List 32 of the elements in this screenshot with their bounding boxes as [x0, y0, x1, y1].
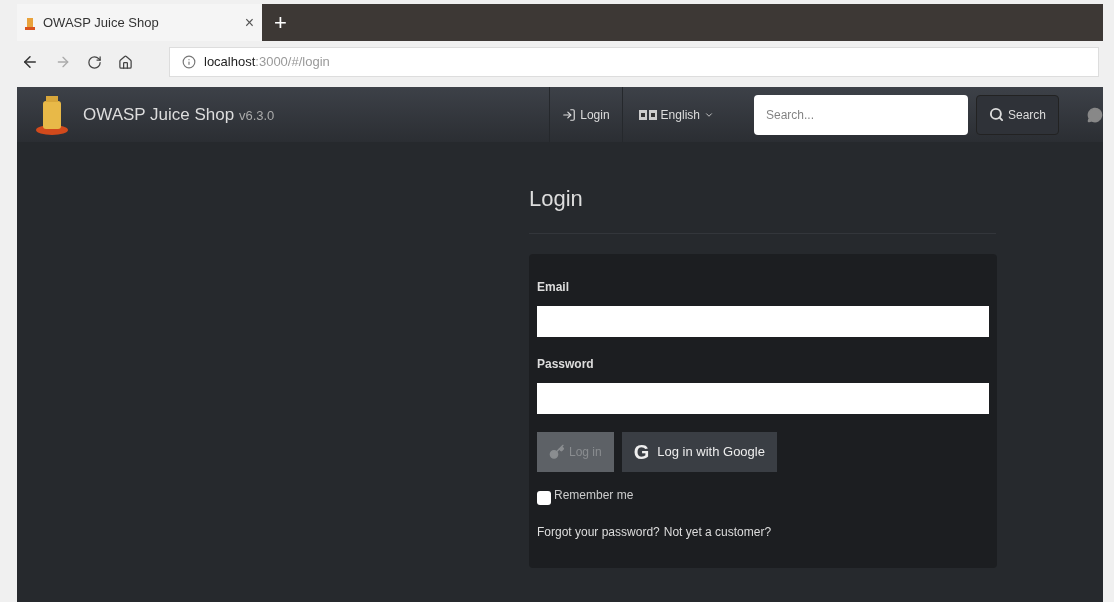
remember-label: Remember me — [554, 487, 634, 504]
url-text: localhost:3000/#/login — [204, 53, 330, 72]
search-field[interactable]: Search... — [753, 94, 968, 135]
password-field[interactable] — [537, 383, 989, 414]
text-link[interactable]: Forgot your password? — [537, 523, 660, 541]
google-login-button[interactable]: G Log in with Google — [621, 432, 777, 472]
page-title: Login — [529, 182, 996, 234]
forward-icon[interactable] — [55, 54, 71, 70]
text-link[interactable]: Not yet a customer? — [663, 523, 772, 541]
remember-checkbox[interactable] — [537, 491, 551, 505]
reload-icon[interactable] — [87, 54, 102, 70]
brand-title[interactable]: OWASP Juice Shop v6.3.0 — [83, 101, 275, 128]
info-icon — [182, 55, 196, 69]
back-icon[interactable] — [21, 53, 39, 71]
google-icon: G — [633, 437, 650, 467]
juice-bottle-icon — [25, 15, 35, 30]
password-label: Password — [537, 356, 595, 373]
address-bar[interactable]: localhost:3000/#/login — [169, 47, 1099, 77]
email-label: Email — [537, 279, 570, 296]
new-tab-button[interactable]: + — [274, 11, 287, 34]
flag-icon — [638, 109, 657, 120]
search-icon — [988, 107, 1004, 122]
juice-bottle-icon — [35, 94, 69, 135]
chat-icon[interactable] — [1087, 106, 1103, 123]
tab-title: OWASP Juice Shop — [43, 13, 160, 32]
email-field[interactable] — [537, 306, 989, 337]
home-icon[interactable] — [118, 54, 133, 70]
browser-tab[interactable]: OWASP Juice Shop × — [17, 4, 262, 41]
search-button[interactable]: Search — [975, 94, 1059, 135]
key-icon — [549, 444, 565, 460]
close-icon[interactable]: × — [244, 10, 254, 35]
login-icon — [562, 107, 577, 122]
